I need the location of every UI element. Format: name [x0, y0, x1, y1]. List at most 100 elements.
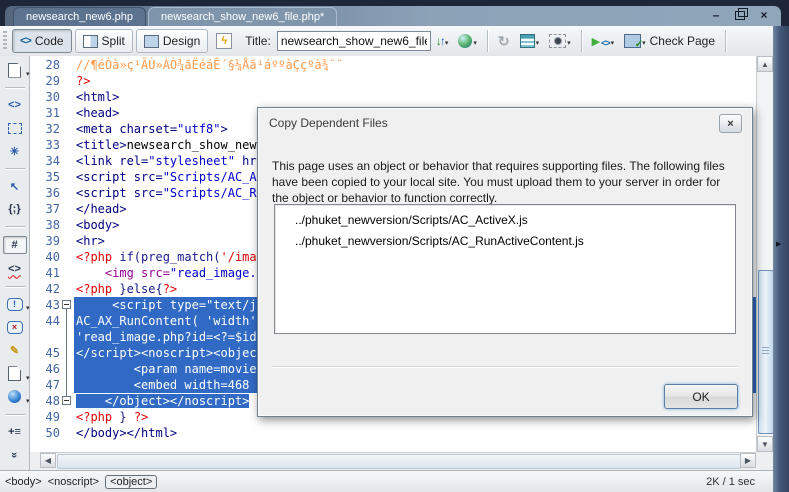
- coding-toolbar-divider: [4, 286, 25, 288]
- tag-selector-item[interactable]: <noscript>: [48, 476, 99, 488]
- coding-toolbar-divider: [4, 87, 25, 88]
- close-button[interactable]: ×: [757, 8, 771, 22]
- highlight-invalid-code-icon[interactable]: <>: [4, 261, 26, 277]
- visual-aids-button[interactable]: ▾: [545, 32, 575, 50]
- scroll-up-arrow-icon[interactable]: ▲: [757, 56, 773, 72]
- check-page-button[interactable]: ✓ ▾ Check Page: [620, 32, 719, 50]
- balance-braces-icon[interactable]: {;}: [4, 201, 26, 217]
- copy-dependent-files-dialog: Copy Dependent Files × This page uses an…: [257, 107, 753, 417]
- tag-selector-item[interactable]: <object>: [105, 474, 158, 489]
- split-view-button[interactable]: Split: [74, 29, 133, 53]
- more-options-chevron-icon[interactable]: »: [4, 447, 26, 463]
- restore-button[interactable]: [733, 7, 748, 22]
- ok-button[interactable]: OK: [664, 384, 738, 409]
- fold-column: [60, 377, 74, 393]
- highlight-invalid-code-icon: <>: [8, 263, 21, 276]
- code-text: <?php } ?>: [76, 410, 149, 424]
- code-text: <?php }else{?>: [76, 282, 178, 296]
- vertical-scrollbar-thumb[interactable]: [758, 270, 774, 434]
- chevron-down-icon: ▾: [444, 40, 449, 47]
- collapse-selection-icon[interactable]: [4, 120, 26, 136]
- code-collapse-icon[interactable]: [62, 396, 71, 405]
- expand-all-icon[interactable]: ✳: [4, 143, 26, 159]
- code-line[interactable]: 29 ?>: [30, 73, 756, 89]
- line-number: 29: [45, 74, 60, 88]
- line-number: 36: [45, 186, 60, 200]
- code-view-button[interactable]: <> Code: [12, 29, 72, 53]
- horizontal-scrollbar[interactable]: ◀ ▶: [40, 452, 756, 469]
- live-view-button[interactable]: ▶ <> ▾: [588, 33, 619, 50]
- dialog-close-button[interactable]: ×: [719, 114, 742, 133]
- fold-column: [60, 89, 74, 105]
- code-text: <head>: [76, 106, 120, 120]
- coding-toolbar-divider: [4, 226, 25, 228]
- comment-bubble-icon: !: [6, 297, 23, 311]
- chevron-down-icon: ▾: [25, 397, 30, 405]
- file-management-icon: ↓↑: [435, 34, 446, 48]
- check-page-icon: ✓: [624, 34, 643, 50]
- line-numbers-icon[interactable]: #: [2, 236, 27, 255]
- fold-column: [60, 409, 74, 425]
- status-bar: <body> <noscript> <object> 2K / 1 sec: [0, 470, 773, 492]
- document-toolbar: <> Code Split Design ϟ Title: ↓↑ ▾ ▾ ↻: [0, 26, 777, 57]
- dependent-files-list[interactable]: ../phuket_newversion/Scripts/AC_ActiveX.…: [274, 204, 736, 334]
- code-glyph-icon: <>: [601, 37, 610, 48]
- tag-selector: <body> <noscript> <object>: [0, 474, 158, 489]
- minimize-button[interactable]: –: [709, 8, 723, 22]
- code-text: <hr>: [76, 234, 105, 248]
- open-documents-icon[interactable]: ▾: [4, 62, 30, 78]
- design-view-button[interactable]: Design: [135, 29, 209, 53]
- collapse-full-tag-icon: <>: [8, 99, 21, 111]
- line-number: 43: [45, 298, 60, 312]
- view-options-button[interactable]: ▾: [516, 32, 544, 50]
- apply-comment-icon[interactable]: ! ▾: [4, 296, 30, 312]
- collapse-full-tag-icon[interactable]: <>: [4, 97, 26, 113]
- title-input[interactable]: [276, 31, 431, 51]
- chevron-down-icon: ▾: [25, 374, 30, 382]
- balance-braces-icon: {;}: [8, 203, 21, 216]
- recent-snippets-icon[interactable]: ▾: [4, 366, 30, 382]
- document-tab-bar: newsearch_new6.php newsearch_show_new6_fi…: [5, 6, 781, 26]
- vertical-scrollbar[interactable]: ▲ ▼: [756, 56, 774, 452]
- fold-column: [60, 297, 74, 313]
- code-text: <html>: [76, 90, 120, 104]
- code-text: <?php if(preg_match('/imag: [76, 250, 264, 264]
- line-number: [30, 329, 60, 345]
- line-number: 44: [45, 314, 60, 328]
- fold-column: [60, 313, 74, 329]
- scroll-right-arrow-icon[interactable]: ▶: [740, 453, 756, 468]
- fold-column: [60, 281, 74, 297]
- lightning-icon: ϟ: [216, 33, 233, 49]
- code-line[interactable]: 30 <html>: [30, 89, 756, 105]
- preview-in-browser-button[interactable]: ▾: [454, 32, 481, 50]
- indent-code-icon[interactable]: +≡: [4, 424, 26, 440]
- coding-toolbar-divider: [4, 168, 25, 170]
- wrap-tag-icon[interactable]: ✎: [4, 343, 26, 359]
- toolbar-grip[interactable]: [3, 31, 7, 51]
- more-options-chevron-icon: »: [8, 451, 21, 458]
- code-collapse-icon[interactable]: [62, 300, 71, 309]
- code-line[interactable]: 50 </body></html>: [30, 425, 756, 441]
- horizontal-scrollbar-thumb[interactable]: [57, 454, 741, 469]
- dependent-file-item: ../phuket_newversion/Scripts/AC_RunActiv…: [295, 234, 584, 248]
- split-view-icon: [82, 34, 98, 48]
- scroll-down-arrow-icon[interactable]: ▼: [757, 436, 773, 452]
- fold-column: [60, 105, 74, 121]
- css-sphere-icon: [8, 390, 21, 404]
- document-tab[interactable]: newsearch_show_new6_file.php*: [148, 7, 338, 26]
- live-data-button[interactable]: ϟ: [212, 31, 236, 51]
- select-parent-tag-icon[interactable]: ↖: [4, 178, 26, 194]
- document-tab[interactable]: newsearch_new6.php: [13, 7, 147, 26]
- code-line[interactable]: 28 //¶éÒà»ç¹ÃÙ»ÀÒ¾ãËéáÊ´§¼Åã¹áººàÇçºà¾¨¨: [30, 57, 756, 73]
- select-parent-tag-icon: ↖: [9, 180, 20, 193]
- panel-dock-collapse-arrow[interactable]: ▶: [776, 240, 781, 248]
- file-management-button[interactable]: ↓↑ ▾: [432, 32, 453, 50]
- tag-selector-item[interactable]: <body>: [5, 476, 42, 488]
- title-field-label: Title:: [245, 34, 271, 48]
- line-number: 48: [45, 394, 60, 408]
- refresh-button[interactable]: ↻: [494, 31, 514, 52]
- scroll-left-arrow-icon[interactable]: ◀: [40, 453, 56, 468]
- fold-column: [60, 137, 74, 153]
- move-css-icon[interactable]: ▾: [4, 389, 30, 405]
- remove-comment-icon[interactable]: ×: [4, 319, 26, 335]
